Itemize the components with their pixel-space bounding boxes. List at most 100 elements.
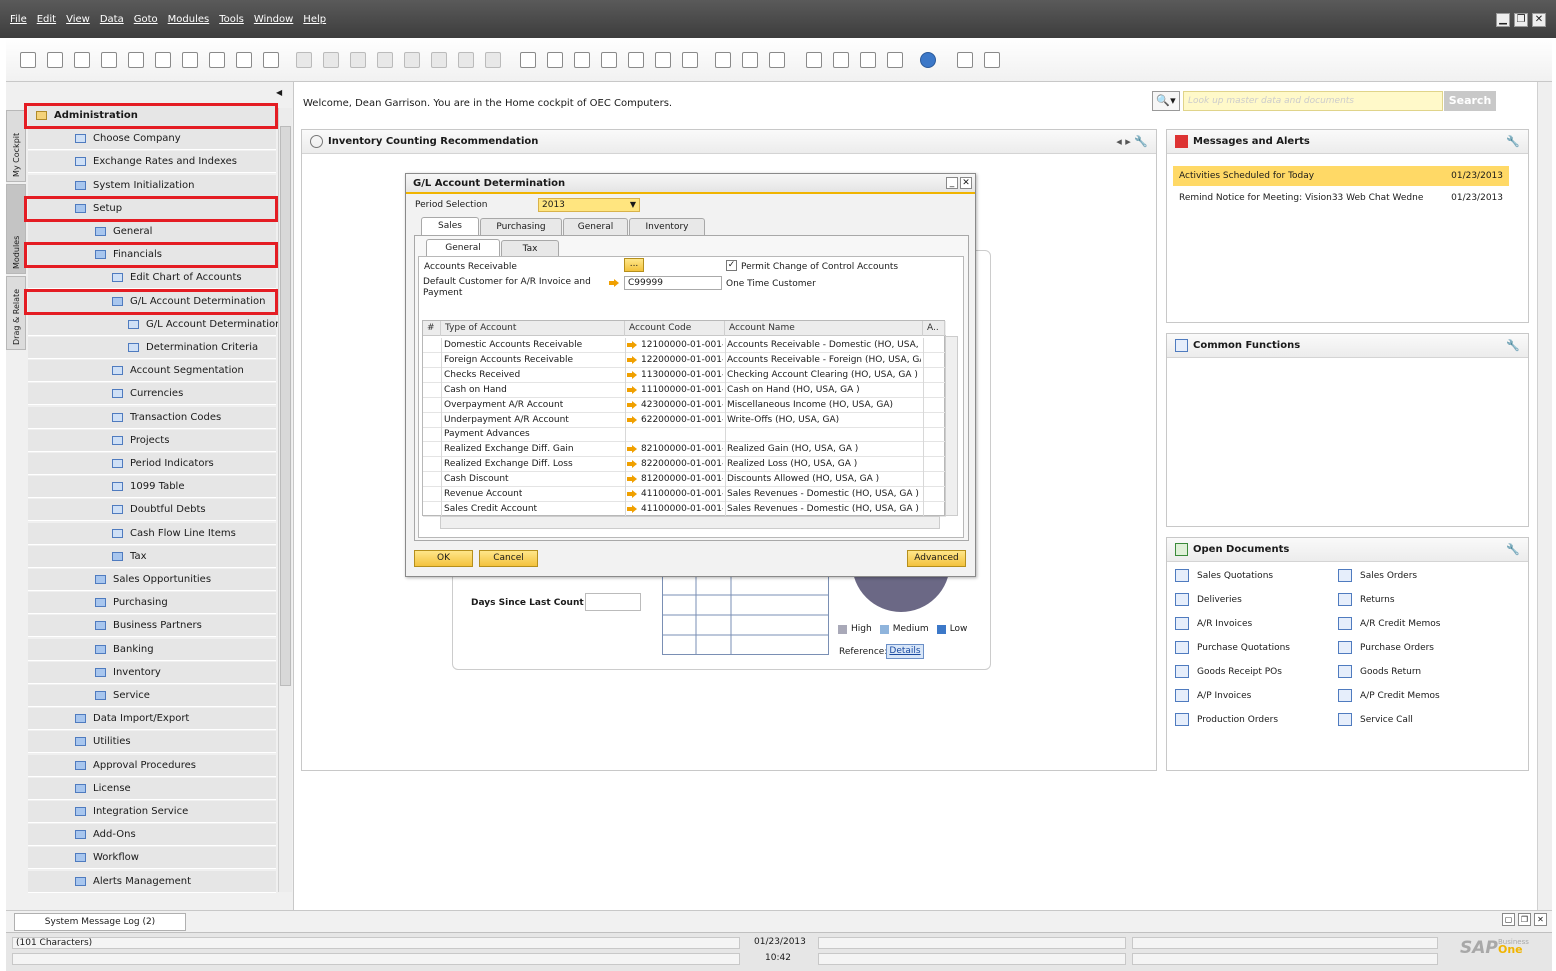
desktop-icon[interactable]	[984, 52, 1000, 68]
table-row[interactable]: Domestic Accounts Receivable 12100000-01-…	[423, 338, 946, 353]
account-code-cell[interactable]: 42300000-01-001-01	[641, 398, 723, 413]
panel-nav-icons[interactable]: ◂ ▸ 🔧	[1116, 135, 1148, 148]
search-icon[interactable]: 🔍▾	[1152, 91, 1180, 111]
ok-button[interactable]: OK	[414, 550, 473, 567]
default-customer-field[interactable]: C99999	[624, 276, 722, 290]
tab-my-cockpit[interactable]: My Cockpit	[6, 110, 26, 182]
scrollbar-thumb[interactable]	[280, 126, 291, 686]
duplicate-icon[interactable]	[547, 52, 563, 68]
table-row[interactable]: Sales Credit Account 41100000-01-001-01 Sa…	[423, 501, 946, 517]
account-code-cell[interactable]: 62200000-01-001-01	[641, 413, 723, 428]
tree-item[interactable]: System Initialization	[28, 174, 276, 197]
tree-item[interactable]: Alerts Management	[28, 870, 276, 893]
open-document-link[interactable]: Sales Orders	[1338, 568, 1417, 584]
delete-icon[interactable]	[574, 52, 590, 68]
table-row[interactable]: Cash Discount 81200000-01-001-01 Discounts…	[423, 472, 946, 488]
cancel-button[interactable]: Cancel	[479, 550, 538, 567]
menu-modules[interactable]: Modules	[168, 14, 210, 25]
table-row[interactable]: Payment Advances	[423, 427, 946, 443]
table-row[interactable]: Underpayment A/R Account 62200000-01-001-…	[423, 412, 946, 428]
email-icon[interactable]	[74, 52, 90, 68]
col-a[interactable]: A..	[923, 321, 945, 336]
account-code-cell[interactable]: 81200000-01-001-01	[641, 472, 723, 487]
relationship-icon[interactable]	[601, 52, 617, 68]
launch-icon[interactable]	[182, 52, 198, 68]
form-icon[interactable]	[431, 52, 447, 68]
period-selection-dropdown[interactable]: 2013 ▼	[538, 198, 640, 212]
open-document-link[interactable]: A/R Credit Memos	[1338, 616, 1441, 632]
tab-general[interactable]: General	[563, 218, 628, 236]
open-document-link[interactable]: A/R Invoices	[1175, 616, 1252, 632]
link-arrow-icon[interactable]	[627, 385, 637, 394]
table-row[interactable]: Checks Received 11300000-01-001-01 Checkin…	[423, 367, 946, 383]
search-input[interactable]: Look up master data and documents	[1183, 91, 1443, 111]
dialog-close-button[interactable]: ✕	[960, 177, 972, 189]
link-arrow-icon[interactable]	[627, 490, 637, 498]
col-account-name[interactable]: Account Name	[725, 321, 923, 336]
tree-item[interactable]: Add-Ons	[28, 824, 276, 847]
link-arrow-icon[interactable]	[627, 415, 637, 424]
system-message-log-tab[interactable]: System Message Log (2)	[14, 913, 186, 931]
account-code-cell[interactable]	[641, 427, 723, 442]
dialog-minimize-button[interactable]: _	[946, 177, 958, 189]
tree-item[interactable]: Data Import/Export	[28, 708, 276, 731]
main-scrollbar[interactable]	[1537, 82, 1552, 910]
menu-window[interactable]: Window	[254, 14, 293, 25]
log-close-button[interactable]: ✕	[1534, 913, 1547, 926]
tree-item[interactable]: Sales Opportunities	[28, 569, 276, 591]
tree-item[interactable]: Doubtful Debts	[28, 499, 276, 522]
pen-icon[interactable]	[715, 52, 731, 68]
copy-icon[interactable]	[520, 52, 536, 68]
account-code-cell[interactable]: 11100000-01-001-01	[641, 383, 723, 398]
search-button[interactable]: Search	[1444, 91, 1496, 111]
menu-help[interactable]: Help	[303, 14, 326, 25]
calendar-icon[interactable]	[806, 52, 822, 68]
tree-item[interactable]: Utilities	[28, 731, 276, 754]
table-row[interactable]: Cash on Hand 11100000-01-001-01 Cash on Ha…	[423, 382, 946, 398]
link-arrow-icon[interactable]	[627, 341, 637, 349]
col-type-of-account[interactable]: Type of Account	[441, 321, 625, 336]
open-document-link[interactable]: Returns	[1338, 592, 1395, 608]
tree-scrollbar[interactable]	[278, 108, 292, 892]
account-code-cell[interactable]: 82200000-01-001-01	[641, 457, 723, 472]
link-arrow-icon[interactable]	[627, 504, 637, 513]
note-icon[interactable]	[769, 52, 785, 68]
collapse-arrow-icon[interactable]: ◀	[276, 88, 282, 97]
doc-icon[interactable]	[887, 52, 903, 68]
last-icon[interactable]	[377, 52, 393, 68]
back-icon[interactable]	[323, 52, 339, 68]
open-document-link[interactable]: Sales Quotations	[1175, 568, 1273, 584]
target-icon[interactable]	[485, 52, 501, 68]
tab-modules[interactable]: Modules	[6, 184, 26, 274]
link-arrow-icon[interactable]	[609, 279, 619, 287]
menu-file[interactable]: File	[10, 14, 27, 25]
tree-icon[interactable]	[655, 52, 671, 68]
gantt-icon[interactable]	[860, 52, 876, 68]
tree-item[interactable]: Inventory	[28, 661, 276, 684]
menu-goto[interactable]: Goto	[134, 14, 158, 25]
message-row[interactable]: Activities Scheduled for Today 01/23/201…	[1173, 166, 1509, 186]
log-restore-button[interactable]: ❐	[1518, 913, 1531, 926]
menu-edit[interactable]: Edit	[37, 14, 56, 25]
account-code-cell[interactable]: 12200000-01-001-01	[641, 353, 723, 368]
account-code-cell[interactable]: 41100000-01-001-01	[641, 487, 723, 502]
tab-inventory[interactable]: Inventory	[629, 218, 705, 236]
table-row[interactable]: Foreign Accounts Receivable 12200000-01-0…	[423, 352, 946, 368]
link-arrow-icon[interactable]	[627, 400, 637, 409]
tree-item[interactable]: General	[28, 221, 276, 243]
table-row[interactable]: Realized Exchange Diff. Gain 82100000-01-…	[423, 442, 946, 458]
tree-item[interactable]: Projects	[28, 429, 276, 452]
open-document-link[interactable]: Goods Receipt POs	[1175, 664, 1282, 680]
funnel-icon[interactable]	[404, 52, 420, 68]
tree-item[interactable]: Currencies	[28, 383, 276, 406]
chart-icon[interactable]	[682, 52, 698, 68]
log-minimize-button[interactable]: ▢	[1502, 913, 1515, 926]
tree-item[interactable]: Edit Chart of Accounts	[28, 267, 276, 290]
help-icon[interactable]	[920, 52, 936, 68]
lock-icon[interactable]	[209, 52, 225, 68]
open-document-link[interactable]: Deliveries	[1175, 592, 1242, 608]
preview-icon[interactable]	[20, 52, 36, 68]
menu-data[interactable]: Data	[100, 14, 124, 25]
tree-item[interactable]: Tax	[28, 545, 276, 568]
tree-item[interactable]: Account Segmentation	[28, 360, 276, 383]
